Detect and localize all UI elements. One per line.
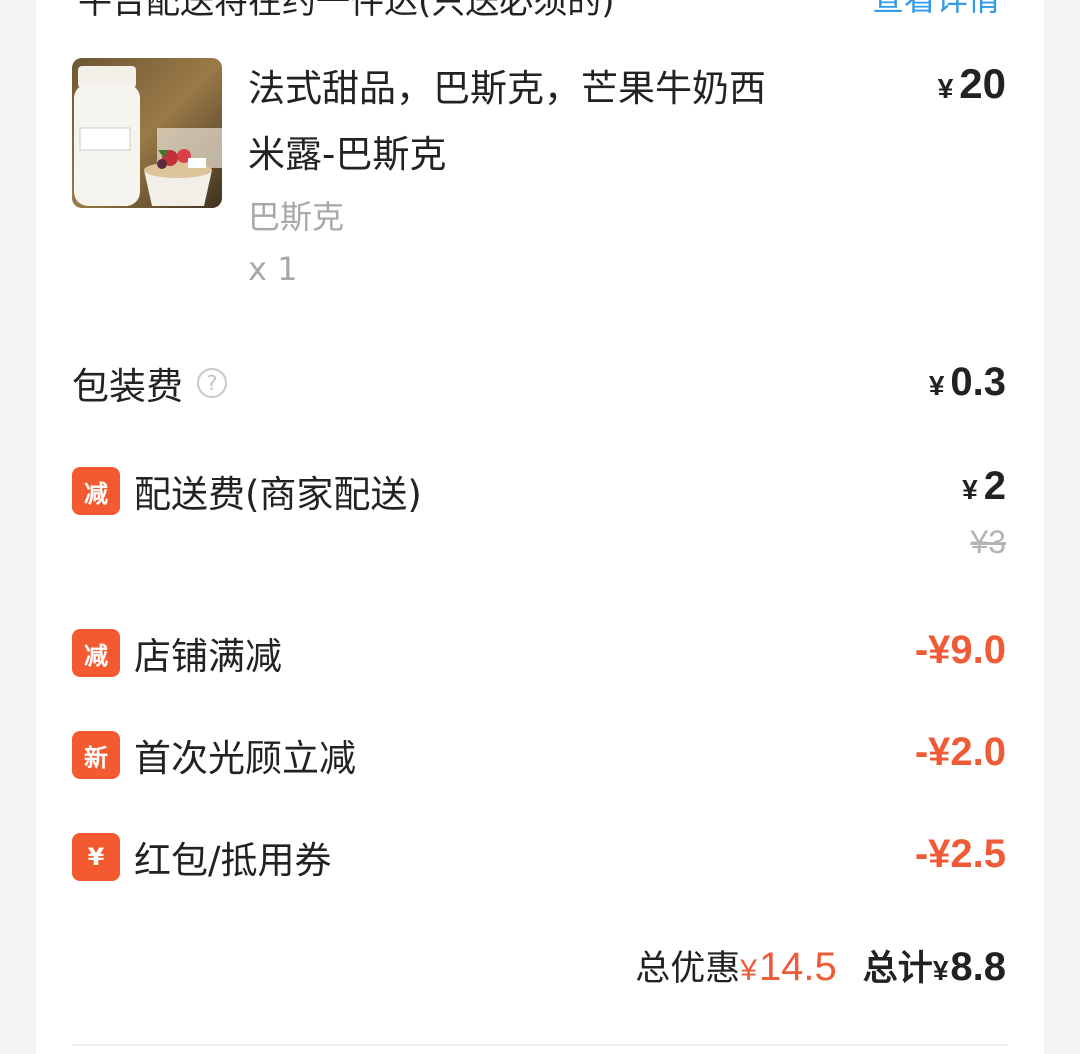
- total-discount-label: 总优惠: [635, 949, 741, 989]
- discount-row-first-visit: 新 首次光顾立减: [72, 728, 356, 782]
- packaging-fee-value: 0.3: [950, 360, 1006, 404]
- new-badge: 新: [72, 731, 120, 779]
- view-details-link[interactable]: 查看详情: [872, 0, 1000, 20]
- currency-symbol: ¥: [740, 954, 757, 987]
- discount-row-store: 减 店铺满减: [72, 626, 282, 680]
- product-price: ¥20: [938, 60, 1006, 108]
- discount-amount: -¥9.0: [914, 628, 1006, 672]
- discount-amount: -¥2.5: [914, 832, 1006, 876]
- currency-symbol: ¥: [937, 73, 954, 104]
- packaging-fee-amount: ¥0.3: [929, 360, 1006, 405]
- help-icon[interactable]: ?: [197, 368, 227, 398]
- discount-badge: 减: [72, 467, 120, 515]
- packaging-fee-label: 包装费: [72, 365, 183, 408]
- currency-symbol: ¥: [928, 370, 945, 401]
- product-price-value: 20: [959, 60, 1006, 107]
- discount-label: 红包/抵用券: [134, 839, 332, 882]
- discount-label: 首次光顾立减: [134, 737, 356, 780]
- delivery-fee-value: 2: [983, 464, 1006, 508]
- delivery-fee-row: 减 配送费(商家配送): [72, 464, 422, 518]
- product-image[interactable]: [72, 58, 222, 208]
- total-discount-amount: ¥14.5: [740, 945, 837, 990]
- product-spec: 巴斯克: [248, 198, 345, 236]
- order-summary: 总优惠 ¥14.5 总计 ¥8.8: [635, 940, 1006, 991]
- product-name[interactable]: 法式甜品，巴斯克，芒果牛奶西米露-巴斯克: [248, 56, 788, 188]
- total-amount-value: 8.8: [950, 945, 1006, 989]
- divider: [72, 1044, 1008, 1046]
- delivery-fee-amount: ¥2: [962, 464, 1006, 509]
- product-quantity: x 1: [248, 250, 298, 288]
- currency-symbol: ¥: [962, 474, 978, 505]
- coupon-badge: ¥: [72, 833, 120, 881]
- discount-badge: 减: [72, 629, 120, 677]
- total-label: 总计: [862, 949, 933, 989]
- delivery-header-text: 平台配送将在约一件达(只送必须的): [78, 0, 615, 22]
- total-amount: ¥8.8: [933, 945, 1006, 990]
- total-discount-value: 14.5: [758, 945, 837, 989]
- order-detail-card: 平台配送将在约一件达(只送必须的) 查看详情: [36, 0, 1044, 1054]
- discount-label: 店铺满减: [134, 635, 282, 678]
- packaging-fee-row: 包装费 ?: [72, 356, 227, 410]
- currency-symbol: ¥: [932, 955, 949, 986]
- delivery-fee-original: ¥3: [970, 524, 1006, 560]
- delivery-fee-label: 配送费(商家配送): [134, 473, 422, 516]
- discount-row-coupon: ¥ 红包/抵用券: [72, 830, 331, 884]
- discount-amount: -¥2.0: [914, 730, 1006, 774]
